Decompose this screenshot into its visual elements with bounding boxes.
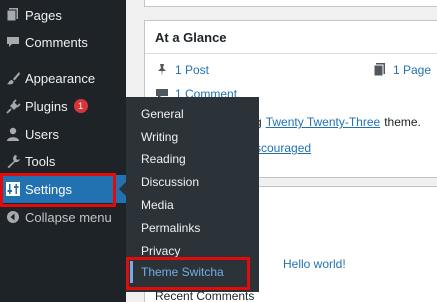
previous-panel-edge	[144, 0, 437, 7]
collapse-menu-button[interactable]: Collapse menu	[0, 203, 126, 231]
sidebar-item-pages[interactable]: Pages	[0, 1, 126, 29]
pushpin-icon	[158, 64, 166, 76]
sidebar-item-label: Comments	[25, 34, 88, 50]
post-link-hello-world[interactable]: Hello world!	[283, 257, 346, 271]
sidebar-item-label: Users	[25, 126, 59, 142]
sidebar-item-settings[interactable]: Settings	[0, 175, 126, 203]
sidebar-item-label: Collapse menu	[25, 209, 112, 225]
settings-flyout-submenu: General Writing Reading Discussion Media…	[126, 97, 259, 292]
submenu-item-discussion[interactable]: Discussion	[126, 171, 259, 193]
search-engines-notice[interactable]: scouraged	[255, 141, 311, 155]
sidebar-item-users[interactable]: Users	[0, 120, 126, 148]
submenu-item-permalinks[interactable]: Permalinks	[126, 217, 259, 239]
comment-bubble-icon	[1, 36, 25, 48]
pages-icon	[1, 8, 25, 22]
theme-link[interactable]: Twenty Twenty-Three	[266, 115, 381, 129]
theme-suffix: theme.	[384, 115, 421, 129]
sidebar-item-tools[interactable]: Tools	[0, 147, 126, 175]
submenu-item-privacy[interactable]: Privacy	[126, 240, 259, 262]
paintbrush-icon	[1, 71, 25, 86]
posts-link[interactable]: 1 Post	[175, 63, 209, 77]
sidebar-item-label: Tools	[25, 153, 56, 169]
pages-icon	[373, 63, 385, 77]
submenu-item-general[interactable]: General	[126, 103, 259, 125]
theme-info: g Twenty Twenty-Three theme.	[255, 115, 421, 129]
sidebar-item-comments[interactable]: Comments	[0, 28, 126, 56]
active-submenu-marker	[130, 261, 133, 283]
update-count-badge: 1	[73, 99, 88, 113]
submenu-item-reading[interactable]: Reading	[126, 148, 259, 170]
submenu-item-theme-switcha[interactable]: Theme Switcha	[126, 261, 259, 283]
pages-count[interactable]: 1 Page	[373, 63, 431, 77]
sidebar-item-plugins[interactable]: Plugins 1	[0, 92, 126, 120]
pages-link[interactable]: 1 Page	[393, 63, 431, 77]
admin-sidebar: Pages Comments Appearance Plugins 1 User…	[0, 0, 126, 302]
sidebar-item-appearance[interactable]: Appearance	[0, 64, 126, 92]
sidebar-item-label: Plugins	[25, 98, 68, 114]
user-icon	[1, 127, 25, 141]
sidebar-item-label: Pages	[25, 7, 62, 23]
plug-icon	[1, 98, 25, 114]
wrench-icon	[1, 154, 25, 169]
submenu-item-media[interactable]: Media	[126, 194, 259, 216]
sidebar-item-label: Settings	[25, 181, 72, 197]
search-discouraged-link[interactable]: scouraged	[255, 141, 311, 155]
sidebar-item-label: Appearance	[25, 70, 96, 86]
collapse-arrow-icon	[1, 210, 25, 224]
widget-title: At a Glance	[145, 21, 437, 54]
submenu-item-writing[interactable]: Writing	[126, 126, 259, 148]
submenu-pointer	[119, 182, 126, 196]
posts-count[interactable]: 1 Post	[155, 63, 209, 77]
settings-sliders-icon	[1, 182, 25, 196]
